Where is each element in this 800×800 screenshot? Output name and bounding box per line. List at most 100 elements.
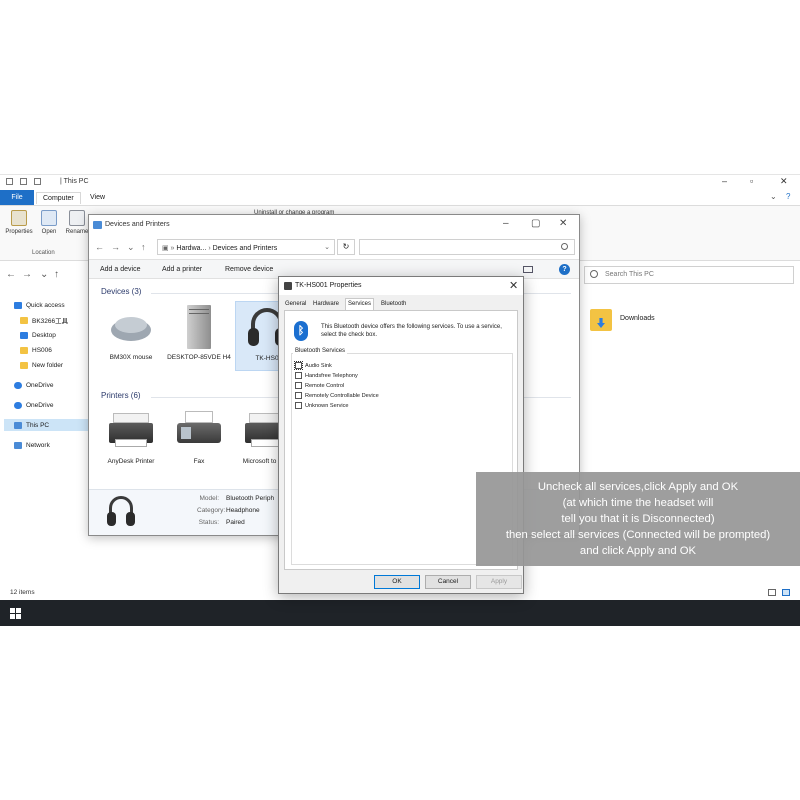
recent-icon[interactable]: ⌄ bbox=[40, 269, 48, 280]
help-icon[interactable]: ? bbox=[786, 192, 790, 201]
properties-button[interactable]: Properties bbox=[4, 210, 34, 246]
device-desktop[interactable]: DESKTOP-85VDE H4 bbox=[167, 305, 231, 362]
caption-line: then select all services (Connected will… bbox=[505, 529, 771, 541]
navigation-pane: Quick access BK3266工具 Desktop HS006 New … bbox=[0, 289, 88, 589]
change-view-icon[interactable] bbox=[523, 266, 533, 273]
caption-line: tell you that it is Disconnected) bbox=[561, 513, 715, 525]
forward-icon[interactable]: → bbox=[111, 242, 120, 252]
cloud-icon bbox=[14, 381, 22, 389]
nav-bk3266[interactable]: BK3266工具 bbox=[20, 314, 68, 326]
category-label: Category: bbox=[197, 507, 226, 514]
dialog-title-bar: TK-HS001 Properties ✕ bbox=[279, 277, 523, 295]
nav-label: OneDrive bbox=[26, 381, 54, 389]
device-mouse[interactable]: BM30X mouse bbox=[99, 305, 163, 362]
nav-onedrive-2[interactable]: OneDrive bbox=[14, 399, 53, 411]
category-value: Headphone bbox=[226, 507, 260, 514]
maximize-icon[interactable]: ▢ bbox=[531, 218, 540, 229]
headset-icon bbox=[284, 282, 292, 290]
forward-icon[interactable]: → bbox=[22, 269, 32, 280]
up-icon[interactable]: ↑ bbox=[141, 242, 146, 252]
checkbox[interactable] bbox=[295, 402, 302, 409]
nav-this-pc[interactable]: This PC bbox=[4, 419, 88, 431]
new-folder-quick-icon[interactable] bbox=[34, 178, 41, 185]
large-icons-view-icon[interactable] bbox=[782, 589, 790, 596]
add-printer-button[interactable]: Add a printer bbox=[162, 266, 202, 273]
breadcrumb-hardware[interactable]: Hardwa... bbox=[176, 245, 206, 252]
devices-window-title: Devices and Printers bbox=[105, 221, 170, 228]
nav-network[interactable]: Network bbox=[14, 439, 50, 451]
service-remotely-controllable-device[interactable]: Remotely Controllable Device bbox=[295, 391, 379, 400]
remove-device-button[interactable]: Remove device bbox=[225, 266, 273, 273]
back-icon[interactable]: ← bbox=[95, 242, 104, 252]
nav-hs006[interactable]: HS006 bbox=[20, 344, 52, 356]
downloads-folder[interactable]: Downloads bbox=[590, 309, 670, 339]
nav-label: Network bbox=[26, 441, 50, 449]
maximize-icon[interactable]: ▫ bbox=[750, 176, 753, 186]
printers-group-header[interactable]: Printers (6) bbox=[101, 391, 141, 400]
refresh-button[interactable]: ↻ bbox=[337, 239, 355, 255]
close-icon[interactable]: ✕ bbox=[780, 176, 788, 187]
tab-file[interactable]: File bbox=[0, 190, 34, 205]
chevron-down-icon[interactable]: ⌄ bbox=[324, 243, 330, 251]
properties-quick-icon[interactable] bbox=[20, 178, 27, 185]
taskbar bbox=[0, 600, 800, 626]
open-button[interactable]: Open bbox=[34, 210, 64, 246]
cloud-icon bbox=[14, 401, 22, 409]
ok-button[interactable]: OK bbox=[374, 575, 420, 589]
minimize-icon[interactable]: – bbox=[722, 176, 727, 186]
bluetooth-icon: ᛒ bbox=[294, 321, 308, 341]
close-icon[interactable]: ✕ bbox=[509, 279, 518, 292]
add-device-button[interactable]: Add a device bbox=[100, 266, 140, 273]
tab-general[interactable]: General bbox=[283, 299, 308, 310]
close-icon[interactable]: ✕ bbox=[559, 218, 567, 229]
service-remote-control[interactable]: Remote Control bbox=[295, 381, 344, 390]
tab-hardware[interactable]: Hardware bbox=[311, 299, 341, 310]
service-label: Audio Sink bbox=[305, 362, 332, 369]
nav-onedrive-1[interactable]: OneDrive bbox=[14, 379, 53, 391]
service-handsfree-telephony[interactable]: Handsfree Telephony bbox=[295, 371, 358, 380]
up-icon[interactable]: ↑ bbox=[54, 269, 59, 280]
tab-view[interactable]: View bbox=[84, 192, 111, 204]
checkbox[interactable] bbox=[295, 392, 302, 399]
cancel-button[interactable]: Cancel bbox=[425, 575, 471, 589]
windows-start-icon[interactable] bbox=[10, 608, 21, 619]
devices-address-bar: ← → ⌄ ↑ ▣ » Hardwa... › Devices and Prin… bbox=[89, 236, 579, 258]
recent-icon[interactable]: ⌄ bbox=[127, 242, 135, 253]
breadcrumb-devices[interactable]: Devices and Printers bbox=[213, 245, 278, 252]
tab-computer[interactable]: Computer bbox=[36, 192, 81, 204]
star-icon bbox=[14, 301, 22, 309]
quick-access-toolbar-icon[interactable] bbox=[6, 178, 13, 185]
printer-fax[interactable]: Fax bbox=[167, 409, 231, 466]
downloads-label: Downloads bbox=[620, 315, 655, 322]
details-view-icon[interactable] bbox=[768, 589, 776, 596]
device-label: BM30X mouse bbox=[109, 354, 153, 361]
rename-label: Rename bbox=[65, 229, 89, 235]
minimize-icon[interactable]: – bbox=[503, 218, 509, 229]
checkbox[interactable] bbox=[295, 372, 302, 379]
printer-label: AnyDesk Printer bbox=[107, 458, 155, 465]
back-icon[interactable]: ← bbox=[6, 269, 16, 280]
checkbox[interactable] bbox=[294, 361, 303, 370]
devices-search-input[interactable] bbox=[359, 239, 575, 255]
service-label: Unknown Service bbox=[305, 402, 349, 409]
breadcrumb[interactable]: ▣ » Hardwa... › Devices and Printers ⌄ bbox=[157, 239, 335, 255]
printer-anydesk[interactable]: AnyDesk Printer bbox=[99, 409, 163, 466]
model-label: Model: bbox=[199, 495, 219, 502]
service-unknown[interactable]: Unknown Service bbox=[295, 401, 349, 410]
nav-quick-access[interactable]: Quick access bbox=[14, 299, 65, 311]
apply-button[interactable]: Apply bbox=[476, 575, 522, 589]
nav-desktop[interactable]: Desktop bbox=[20, 329, 56, 341]
status-value: Paired bbox=[226, 519, 245, 526]
tab-bluetooth[interactable]: Bluetooth bbox=[379, 299, 408, 310]
status-label: Status: bbox=[198, 519, 219, 526]
nav-new-folder[interactable]: New folder bbox=[20, 359, 63, 371]
service-audio-sink[interactable]: Audio Sink bbox=[294, 361, 332, 370]
explorer-search-input[interactable]: Search This PC bbox=[584, 266, 794, 284]
tab-services[interactable]: Services bbox=[345, 298, 375, 310]
ribbon-expand-icon[interactable]: ⌄ bbox=[770, 192, 777, 201]
computer-tower-icon bbox=[173, 305, 225, 349]
checkbox[interactable] bbox=[295, 382, 302, 389]
nav-label: New folder bbox=[32, 361, 64, 369]
devices-group-header[interactable]: Devices (3) bbox=[101, 287, 141, 296]
help-icon[interactable]: ? bbox=[559, 264, 570, 275]
